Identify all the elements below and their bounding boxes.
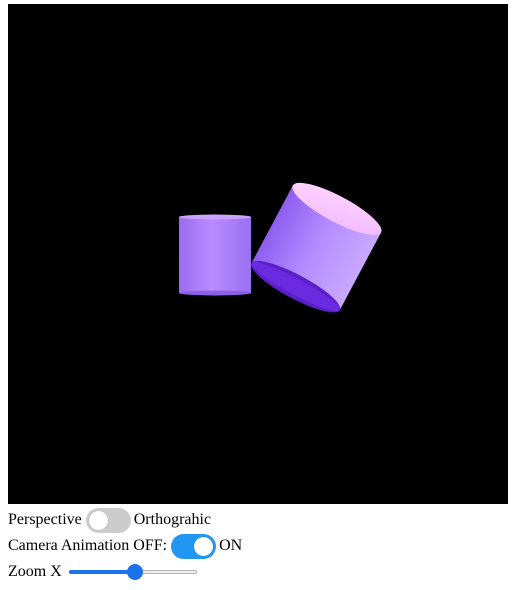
cylinder-upright [179,214,251,296]
camera-animation-row: Camera Animation OFF: ON [8,533,242,559]
slider-thumb[interactable] [127,564,144,580]
projection-toggle-row: Perspective Orthograhic [8,507,211,533]
camera-animation-toggle[interactable] [171,533,217,559]
toggle-knob [88,510,108,530]
toggle-knob [194,536,214,556]
camera-animation-on-label: ON [219,537,243,554]
camera-animation-off-label: Camera Animation OFF: [8,537,168,554]
slider-fill [68,570,136,574]
perspective-label: Perspective [8,511,82,528]
zoom-row: Zoom X [8,559,197,585]
projection-toggle[interactable] [85,507,131,533]
zoom-label: Zoom X [8,563,62,580]
webgl-canvas[interactable] [8,4,508,504]
zoom-slider[interactable] [68,564,197,580]
orthographic-label: Orthograhic [133,511,212,528]
